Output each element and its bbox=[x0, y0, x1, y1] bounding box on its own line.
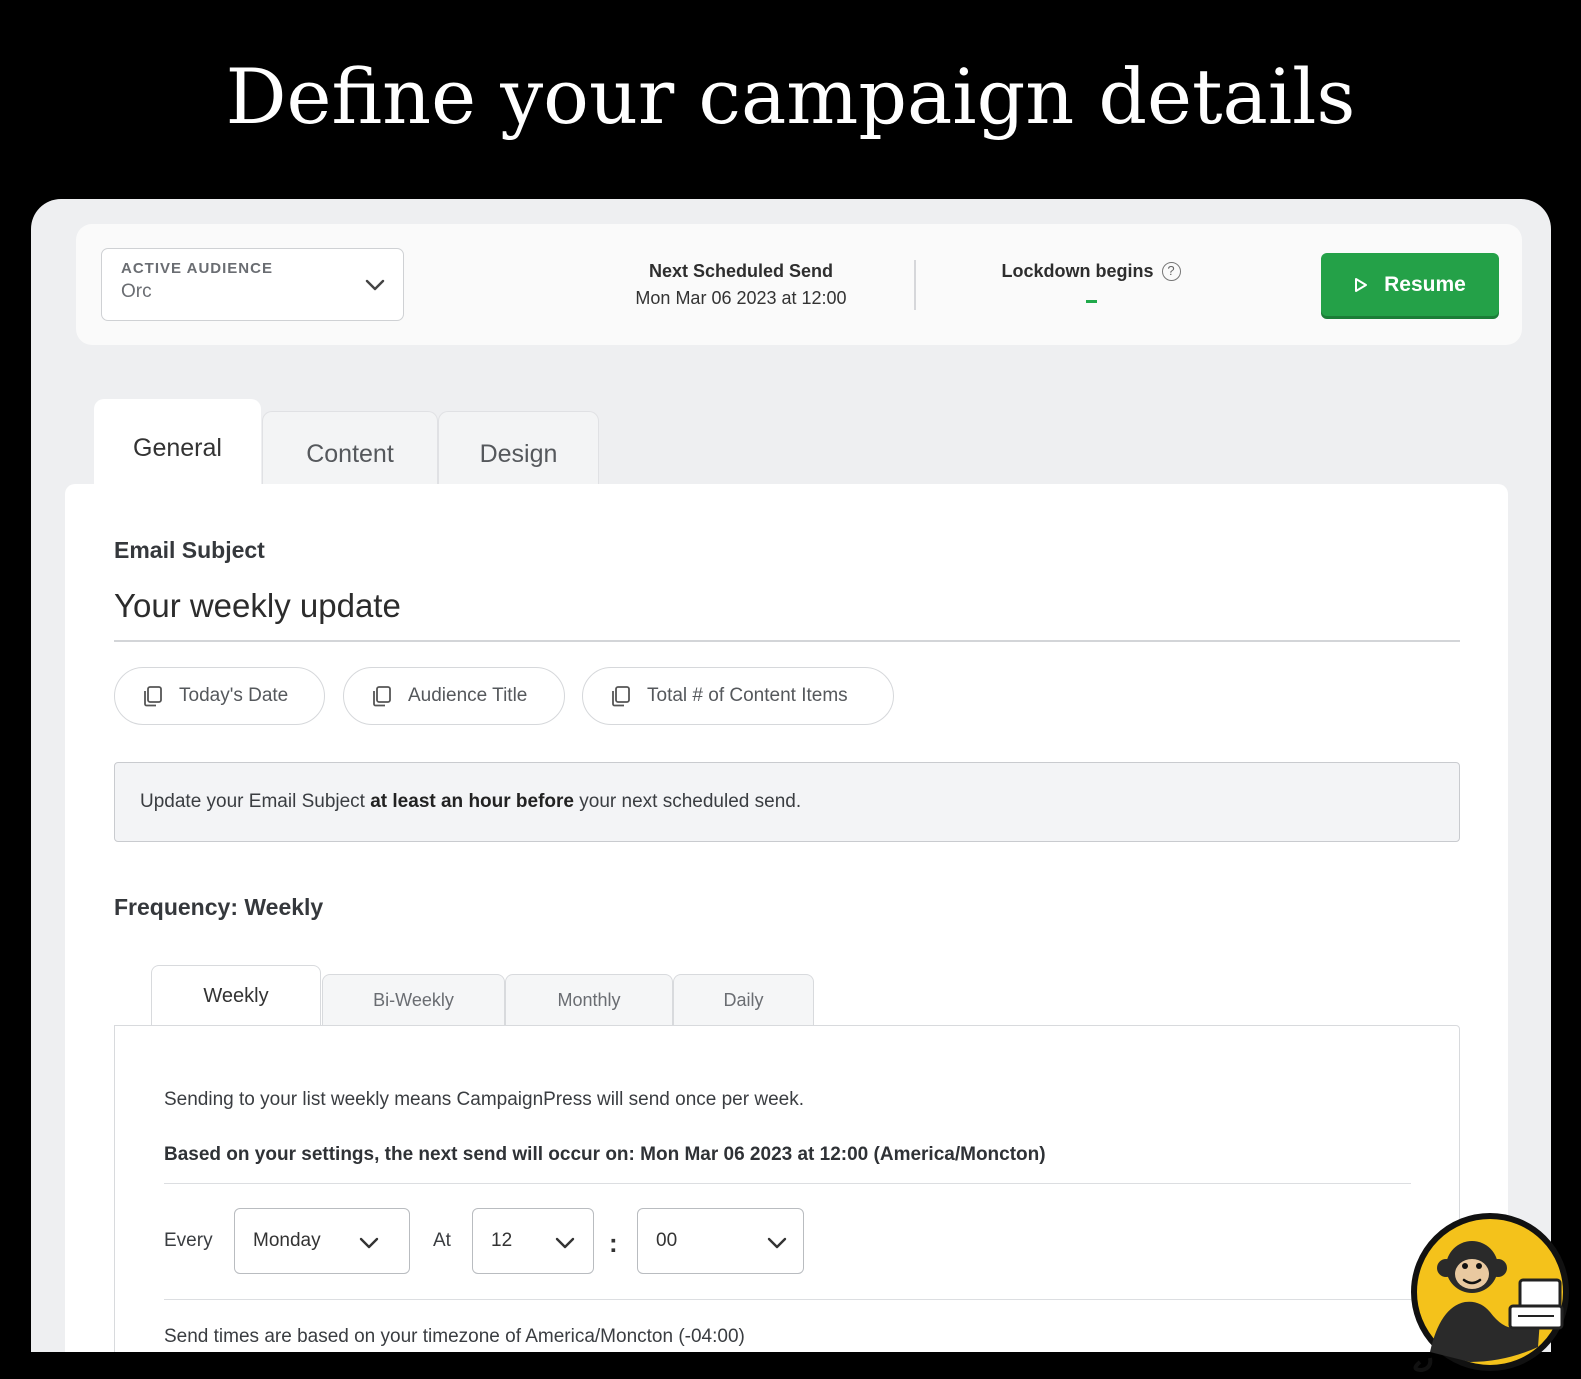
divider bbox=[164, 1299, 1411, 1300]
copy-icon bbox=[373, 686, 391, 707]
next-send-value: Mon Mar 06 2023 at 12:00 bbox=[635, 288, 847, 308]
copy-icon bbox=[612, 686, 630, 707]
lockdown-info: Lockdown begins ? bbox=[976, 261, 1206, 303]
hero-title: Define your campaign details bbox=[225, 52, 1356, 141]
next-scheduled-send: Next Scheduled Send Mon Mar 06 2023 at 1… bbox=[596, 261, 886, 309]
general-panel: Email Subject Your weekly update Today's… bbox=[65, 484, 1508, 1352]
next-send-label: Next Scheduled Send bbox=[648, 261, 834, 281]
subject-notice: Update your Email Subject at least an ho… bbox=[114, 762, 1460, 842]
notice-bold: at least an hour before bbox=[370, 791, 575, 812]
monkey-mascot-icon bbox=[1411, 1213, 1569, 1372]
app-window: ACTIVE AUDIENCE Orc Next Scheduled Send … bbox=[31, 199, 1551, 1352]
frequency-settings-box: Sending to your list weekly means Campai… bbox=[114, 1025, 1460, 1352]
next-send-summary: Based on your settings, the next send wi… bbox=[164, 1144, 1046, 1165]
audience-title-chip[interactable]: Audience Title bbox=[343, 667, 565, 725]
chevron-down-icon bbox=[767, 1237, 787, 1249]
frequency-description: Sending to your list weekly means Campai… bbox=[164, 1089, 804, 1110]
tab-weekly[interactable]: Weekly bbox=[151, 965, 321, 1027]
chip-label: Today's Date bbox=[179, 685, 289, 706]
chip-label: Audience Title bbox=[408, 685, 528, 706]
minute-select[interactable]: 00 bbox=[637, 1208, 804, 1274]
minute-value: 00 bbox=[656, 1230, 678, 1251]
subject-underline bbox=[114, 640, 1460, 642]
email-subject-input[interactable]: Your weekly update bbox=[114, 587, 401, 625]
time-colon: : bbox=[609, 1228, 618, 1258]
play-icon bbox=[1355, 277, 1368, 292]
at-label: At bbox=[433, 1230, 451, 1251]
divider bbox=[914, 260, 916, 310]
hour-select[interactable]: 12 bbox=[472, 1208, 594, 1274]
audience-label: ACTIVE AUDIENCE bbox=[121, 260, 273, 277]
hour-value: 12 bbox=[491, 1230, 513, 1251]
notice-text: Update your Email Subject bbox=[140, 791, 371, 812]
day-select[interactable]: Monday bbox=[234, 1208, 410, 1274]
lockdown-label: Lockdown begins bbox=[1001, 261, 1154, 281]
active-audience-select[interactable]: ACTIVE AUDIENCE Orc bbox=[101, 248, 404, 321]
lockdown-value-dash bbox=[1085, 300, 1097, 303]
timezone-note: Send times are based on your timezone of… bbox=[164, 1326, 745, 1347]
tab-general[interactable]: General bbox=[94, 399, 261, 497]
help-icon[interactable]: ? bbox=[1161, 262, 1181, 281]
todays-date-chip[interactable]: Today's Date bbox=[114, 667, 325, 725]
email-subject-label: Email Subject bbox=[114, 537, 265, 563]
tab-daily[interactable]: Daily bbox=[673, 974, 814, 1026]
every-label: Every bbox=[164, 1230, 213, 1251]
day-value: Monday bbox=[253, 1230, 321, 1251]
resume-button[interactable]: Resume bbox=[1321, 253, 1499, 316]
frequency-label: Frequency: Weekly bbox=[114, 894, 324, 920]
divider bbox=[164, 1183, 1411, 1184]
campaign-status-bar: ACTIVE AUDIENCE Orc Next Scheduled Send … bbox=[76, 224, 1522, 345]
tab-bi-weekly[interactable]: Bi-Weekly bbox=[322, 974, 505, 1026]
chevron-down-icon bbox=[359, 1237, 379, 1249]
chip-label: Total # of Content Items bbox=[647, 685, 848, 706]
tab-monthly[interactable]: Monthly bbox=[505, 974, 673, 1026]
total-content-items-chip[interactable]: Total # of Content Items bbox=[582, 667, 894, 725]
notice-text-end: your next scheduled send. bbox=[574, 791, 802, 812]
chevron-down-icon bbox=[555, 1237, 575, 1249]
chevron-down-icon bbox=[365, 279, 385, 291]
audience-value: Orc bbox=[121, 281, 152, 302]
resume-label: Resume bbox=[1384, 272, 1466, 296]
copy-icon bbox=[144, 686, 162, 707]
